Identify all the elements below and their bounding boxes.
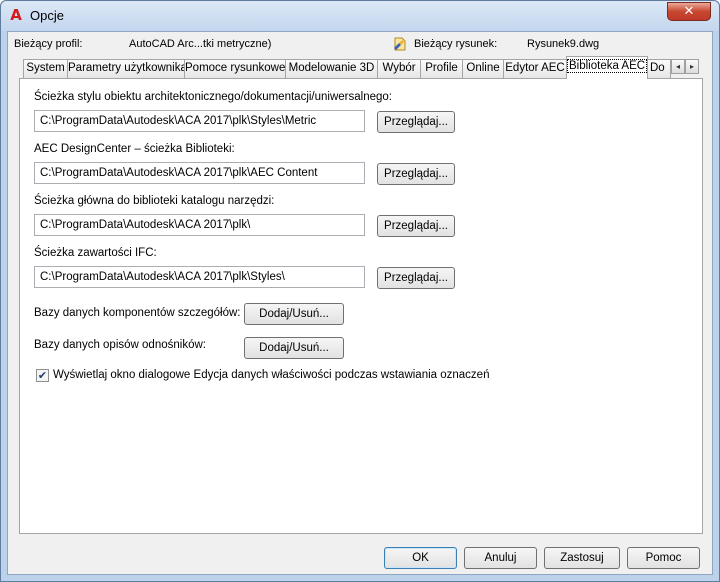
apply-button[interactable]: Zastosuj (544, 547, 620, 569)
tab-3d-modeling[interactable]: Modelowanie 3D (285, 59, 378, 78)
arrow-right-icon: ▸ (689, 62, 694, 71)
detail-components-db-label: Bazy danych komponentów szczegółów: (34, 307, 241, 319)
window-title: Opcje (30, 8, 64, 23)
drawing-icon (394, 37, 406, 51)
current-drawing-label: Bieżący rysunek: (414, 38, 498, 50)
ifc-path-label: Ścieżka zawartości IFC: (34, 247, 157, 259)
tab-aec-editor[interactable]: Edytor AEC (503, 59, 567, 78)
options-dialog: A Opcje ✕ Bieżący profil: AutoCAD Arc...… (0, 0, 720, 582)
tab-system[interactable]: System (23, 59, 68, 78)
current-profile-label: Bieżący profil: (14, 38, 83, 50)
close-icon: ✕ (683, 4, 695, 19)
edit-property-data-label[interactable]: Wyświetlaj okno dialogowe Edycja danych … (53, 369, 489, 381)
close-button[interactable]: ✕ (667, 2, 711, 21)
detail-components-add-remove-button[interactable]: Dodaj/Usuń... (244, 303, 344, 325)
ok-button[interactable]: OK (384, 547, 457, 569)
tool-catalog-browse-button[interactable]: Przeglądaj... (377, 215, 455, 237)
arrow-left-icon: ◂ (675, 62, 680, 71)
tab-drafting[interactable]: Pomoce rysunkowe (184, 59, 286, 78)
tool-catalog-path-label: Ścieżka główna do biblioteki katalogu na… (34, 195, 275, 207)
ifc-browse-button[interactable]: Przeglądaj... (377, 267, 455, 289)
tab-overflow[interactable]: Do (647, 59, 671, 78)
profile-row: Bieżący profil: AutoCAD Arc...tki metryc… (14, 37, 704, 52)
tool-catalog-path-field[interactable]: C:\ProgramData\Autodesk\ACA 2017\plk\ (34, 214, 365, 236)
tab-scroll-right-button[interactable]: ▸ (685, 59, 699, 74)
tab-user-preferences[interactable]: Parametry użytkownika (67, 59, 185, 78)
title-bar[interactable]: A Opcje ✕ (1, 1, 719, 31)
tab-online[interactable]: Online (462, 59, 504, 78)
style-path-label: Ścieżka stylu obiektu architektonicznego… (34, 91, 392, 103)
keynote-db-label: Bazy danych opisów odnośników: (34, 339, 206, 351)
ifc-path-field[interactable]: C:\ProgramData\Autodesk\ACA 2017\plk\Sty… (34, 266, 365, 288)
designcenter-path-label: AEC DesignCenter – ścieżka Biblioteki: (34, 143, 235, 155)
checkmark-icon: ✔ (37, 369, 48, 382)
tab-profiles[interactable]: Profile (420, 59, 463, 78)
tab-scroll-left-button[interactable]: ◂ (671, 59, 685, 74)
style-path-field[interactable]: C:\ProgramData\Autodesk\ACA 2017\plk\Sty… (34, 110, 365, 132)
cancel-button[interactable]: Anuluj (464, 547, 537, 569)
aec-content-panel: Ścieżka stylu obiektu architektonicznego… (19, 78, 703, 534)
help-button[interactable]: Pomoc (627, 547, 700, 569)
style-path-browse-button[interactable]: Przeglądaj... (377, 111, 455, 133)
keynote-add-remove-button[interactable]: Dodaj/Usuń... (244, 337, 344, 359)
tab-aec-content[interactable]: Biblioteka AEC (566, 56, 648, 79)
tab-selection[interactable]: Wybór (377, 59, 421, 78)
current-drawing-value: Rysunek9.dwg (527, 38, 600, 50)
designcenter-browse-button[interactable]: Przeglądaj... (377, 163, 455, 185)
edit-property-data-checkbox[interactable]: ✔ (36, 369, 49, 382)
current-profile-value: AutoCAD Arc...tki metryczne) (129, 38, 272, 50)
autocad-logo-icon: A (10, 6, 22, 24)
designcenter-path-field[interactable]: C:\ProgramData\Autodesk\ACA 2017\plk\AEC… (34, 162, 365, 184)
